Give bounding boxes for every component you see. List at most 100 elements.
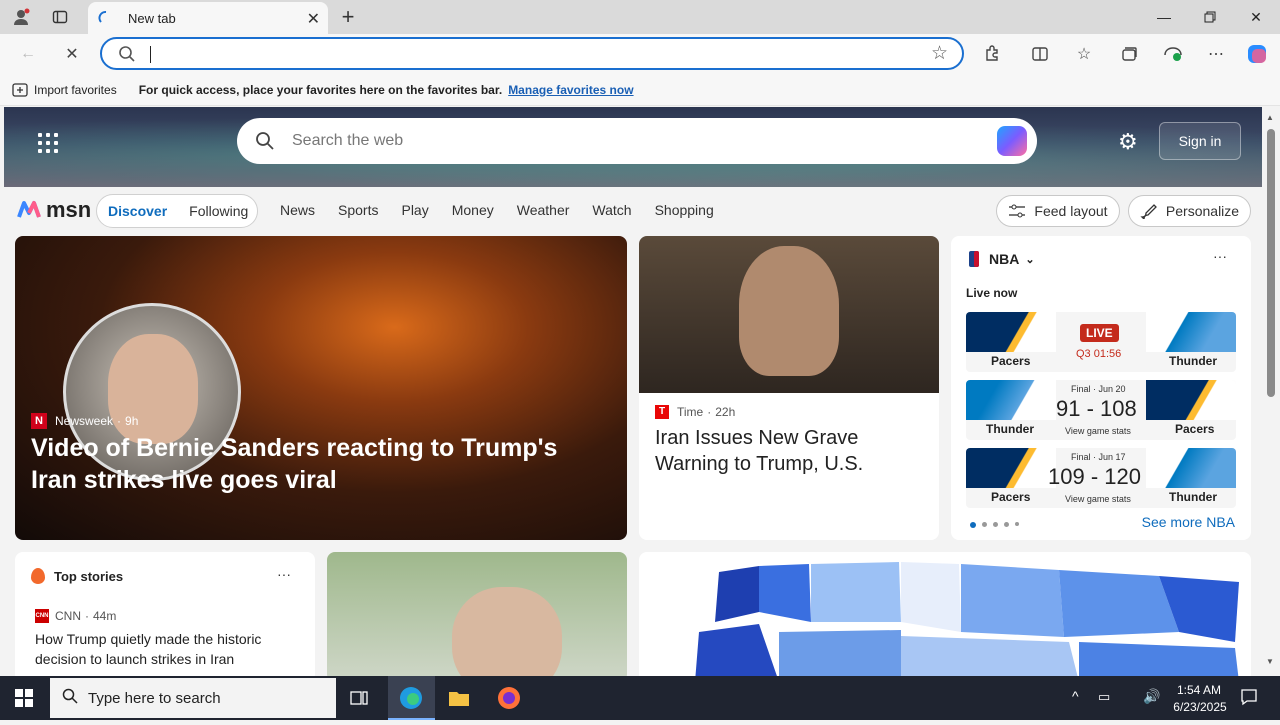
game-card[interactable]: Pacers Thunder Final · Jun 17 109 - 120 … [966, 448, 1236, 508]
flame-icon [31, 568, 45, 584]
settings-gear-icon[interactable]: ⚙ [1118, 129, 1138, 155]
show-hidden-icons-icon[interactable]: ^ [1072, 688, 1079, 704]
nav-watch[interactable]: Watch [592, 202, 631, 218]
sign-in-button[interactable]: Sign in [1159, 122, 1241, 160]
feed-layout-label: Feed layout [1034, 203, 1108, 219]
nba-logo-icon [969, 251, 979, 267]
scroll-down-icon[interactable]: ▼ [1266, 657, 1274, 666]
taskbar-search-placeholder: Type here to search [88, 689, 221, 707]
nav-weather[interactable]: Weather [517, 202, 570, 218]
notifications-icon[interactable] [1240, 688, 1258, 709]
story-source-name: Newsweek [55, 414, 114, 428]
scrollbar-thumb[interactable] [1267, 129, 1275, 397]
restore-button[interactable] [1187, 0, 1233, 34]
team-right: Thunder [1169, 490, 1217, 504]
import-favorites-label: Import favorites [34, 82, 117, 97]
app-launcher-icon[interactable] [38, 133, 58, 153]
title-bar: New tab ✕ + — ✕ [0, 0, 1280, 34]
story-source-name: CNN [55, 609, 81, 623]
view-game-stats-link[interactable]: View game stats [1065, 426, 1131, 436]
game-card[interactable]: Pacers Thunder LIVE Q3 01:56 [966, 312, 1236, 372]
team-left: Thunder [986, 422, 1034, 436]
nba-header[interactable]: NBA ⌄ [969, 251, 1035, 267]
carousel-dots[interactable] [970, 522, 1019, 528]
scroll-up-icon[interactable]: ▲ [1266, 113, 1274, 122]
view-game-stats-link[interactable]: View game stats [1065, 494, 1131, 504]
nav-play[interactable]: Play [401, 202, 428, 218]
import-favorites-button[interactable]: Import favorites [12, 83, 117, 97]
favorites-hint: For quick access, place your favorites h… [138, 82, 503, 97]
file-explorer-icon[interactable] [448, 688, 470, 713]
top-stories-card: Top stories ··· CNN CNN · 44m How Trump … [15, 552, 315, 676]
personalize-button[interactable]: Personalize [1128, 195, 1251, 227]
taskbar-time[interactable]: 1:54 AM [1172, 683, 1226, 697]
nav-shopping[interactable]: Shopping [655, 202, 714, 218]
featured-story-card[interactable]: N Newsweek · 9h Video of Bernie Sanders … [15, 236, 627, 540]
story-source: CNN CNN · 44m [35, 609, 116, 623]
edge-taskbar-icon[interactable] [388, 676, 435, 720]
tab-discover[interactable]: Discover [108, 203, 167, 219]
new-tab-icon[interactable]: + [337, 4, 359, 29]
game-meta: Final · Jun 17 [1071, 452, 1126, 462]
extensions-icon[interactable] [980, 43, 1004, 65]
collections-icon[interactable] [1117, 43, 1141, 65]
cnn-logo-icon: CNN [35, 609, 49, 623]
close-window-button[interactable]: ✕ [1233, 0, 1279, 34]
chevron-down-icon: ⌄ [1025, 253, 1035, 266]
taskbar-search-box[interactable]: Type here to search [50, 678, 336, 718]
tab-actions-icon[interactable] [49, 6, 71, 28]
feed-layout-button[interactable]: Feed layout [996, 195, 1120, 227]
tab-new-tab[interactable]: New tab ✕ [88, 2, 328, 34]
time-logo-icon: T [655, 405, 669, 419]
game-score: 109 - 120 [1048, 464, 1141, 489]
close-tab-icon[interactable]: ✕ [307, 9, 320, 29]
separator-dot: · [85, 609, 89, 623]
tab-following[interactable]: Following [189, 203, 248, 219]
msn-nav-row: msn Discover Following News Sports Play … [0, 187, 1262, 235]
top-story-headline[interactable]: How Trump quietly made the historic deci… [35, 629, 295, 669]
pacers-logo-icon [966, 312, 1056, 352]
nba-scores-card: NBA ⌄ ··· Live now Pacers Thunder LIVE Q… [951, 236, 1251, 540]
address-bar[interactable]: ☆ [100, 37, 964, 70]
manage-favorites-link[interactable]: Manage favorites now [508, 83, 633, 97]
favorite-star-icon[interactable]: ☆ [931, 42, 948, 65]
volume-icon[interactable]: 🔊 [1143, 688, 1160, 705]
more-options-icon[interactable]: ··· [277, 566, 291, 582]
separator-dot: · [117, 414, 122, 428]
page-scrollbar[interactable]: ▲ ▼ [1262, 107, 1280, 676]
profile-icon[interactable] [10, 6, 32, 28]
nav-money[interactable]: Money [452, 202, 494, 218]
network-icon[interactable]: ▭ [1098, 689, 1110, 705]
see-more-nba-link[interactable]: See more NBA [1142, 514, 1235, 530]
split-screen-icon[interactable] [1028, 43, 1052, 65]
sliders-icon [1009, 204, 1026, 218]
favorites-icon[interactable]: ☆ [1072, 43, 1096, 65]
thunder-logo-icon [1146, 312, 1236, 352]
stop-loading-icon[interactable]: ✕ [60, 43, 84, 65]
task-view-icon[interactable] [350, 689, 368, 712]
game-card[interactable]: Thunder Pacers Final · Jun 20 91 - 108 V… [966, 380, 1236, 440]
windows-start-icon[interactable] [15, 689, 33, 712]
browser-essentials-icon[interactable] [1161, 43, 1185, 65]
more-options-icon[interactable]: ··· [1213, 248, 1227, 264]
story-age: 9h [125, 414, 139, 428]
msn-logo[interactable]: msn [16, 197, 91, 223]
nav-sports[interactable]: Sports [338, 202, 378, 218]
story-image-card[interactable] [327, 552, 627, 676]
more-options-icon[interactable]: ⋯ [1204, 43, 1228, 65]
taskbar-date[interactable]: 6/23/2025 [1168, 700, 1232, 714]
search-placeholder: Search the web [292, 132, 404, 149]
team-right: Pacers [1175, 422, 1215, 436]
nav-news[interactable]: News [280, 202, 315, 218]
pacers-logo-icon [966, 448, 1056, 488]
copilot-icon[interactable] [997, 126, 1027, 156]
minimize-button[interactable]: — [1141, 0, 1187, 34]
back-icon[interactable]: ← [16, 43, 40, 65]
windows-taskbar: Type here to search ^ ▭ 🔊 1:54 AM 6/23/2… [0, 676, 1280, 720]
copilot-icon[interactable] [1245, 43, 1269, 65]
map-card[interactable] [639, 552, 1251, 676]
pacers-logo-icon [1146, 380, 1236, 420]
firefox-icon[interactable] [497, 686, 521, 715]
story-card[interactable]: T Time · 22h Iran Issues New Grave Warni… [639, 236, 939, 540]
web-search-box[interactable]: Search the web [237, 118, 1037, 164]
